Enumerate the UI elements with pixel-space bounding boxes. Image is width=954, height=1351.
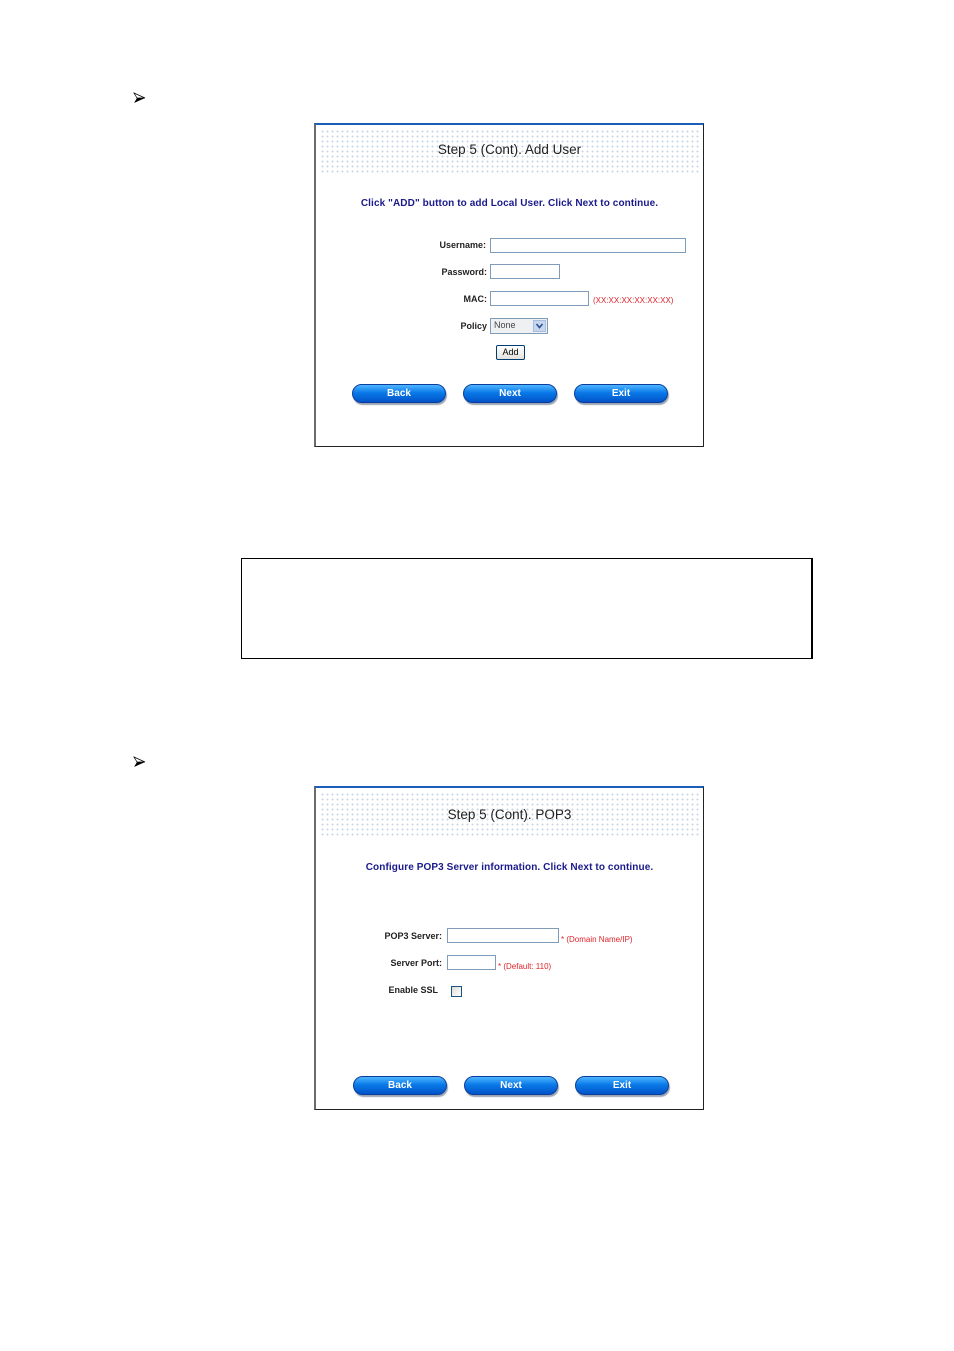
pop3-server-input[interactable] [447,928,559,943]
enable-ssl-label: Enable SSL [388,985,438,995]
pop3-server-hint: * (Domain Name/IP) [561,935,633,944]
exit-button[interactable]: Exit [574,384,668,403]
back-button[interactable]: Back [353,1076,447,1095]
policy-selected-value: None [494,320,516,330]
server-port-label: Server Port: [390,958,442,968]
username-input[interactable] [490,238,686,253]
arrowhead-bullet-icon [133,756,147,768]
server-port-hint: * (Default: 110) [498,962,552,971]
back-button[interactable]: Back [352,384,446,403]
next-button[interactable]: Next [464,1076,558,1095]
pop3-panel: Step 5 (Cont). POP3 Configure POP3 Serve… [314,786,704,1110]
panel-instruction: Configure POP3 Server information. Click… [365,862,654,873]
password-label: Password: [441,267,487,277]
server-port-input[interactable] [447,955,496,970]
mac-input[interactable] [490,291,589,306]
next-button[interactable]: Next [463,384,557,403]
policy-label: Policy [460,321,487,331]
policy-select[interactable]: None [490,318,548,334]
exit-button[interactable]: Exit [575,1076,669,1095]
pop3-server-label: POP3 Server: [384,931,442,941]
password-input[interactable] [490,264,560,279]
chevron-down-icon[interactable] [533,320,546,332]
add-user-panel: Step 5 (Cont). Add User Click "ADD" butt… [314,123,704,447]
panel-title: Step 5 (Cont). Add User [437,142,582,157]
panel-instruction: Click "ADD" button to add Local User. Cl… [360,198,659,209]
arrowhead-bullet-icon [133,92,147,104]
mac-format-hint: (XX:XX:XX:XX:XX:XX) [593,296,674,305]
add-button[interactable]: Add [496,345,525,360]
username-label: Username: [439,240,486,250]
mac-label: MAC: [463,294,488,304]
panel-title: Step 5 (Cont). POP3 [447,807,572,822]
enable-ssl-checkbox[interactable] [451,986,462,997]
note-box [241,558,813,659]
